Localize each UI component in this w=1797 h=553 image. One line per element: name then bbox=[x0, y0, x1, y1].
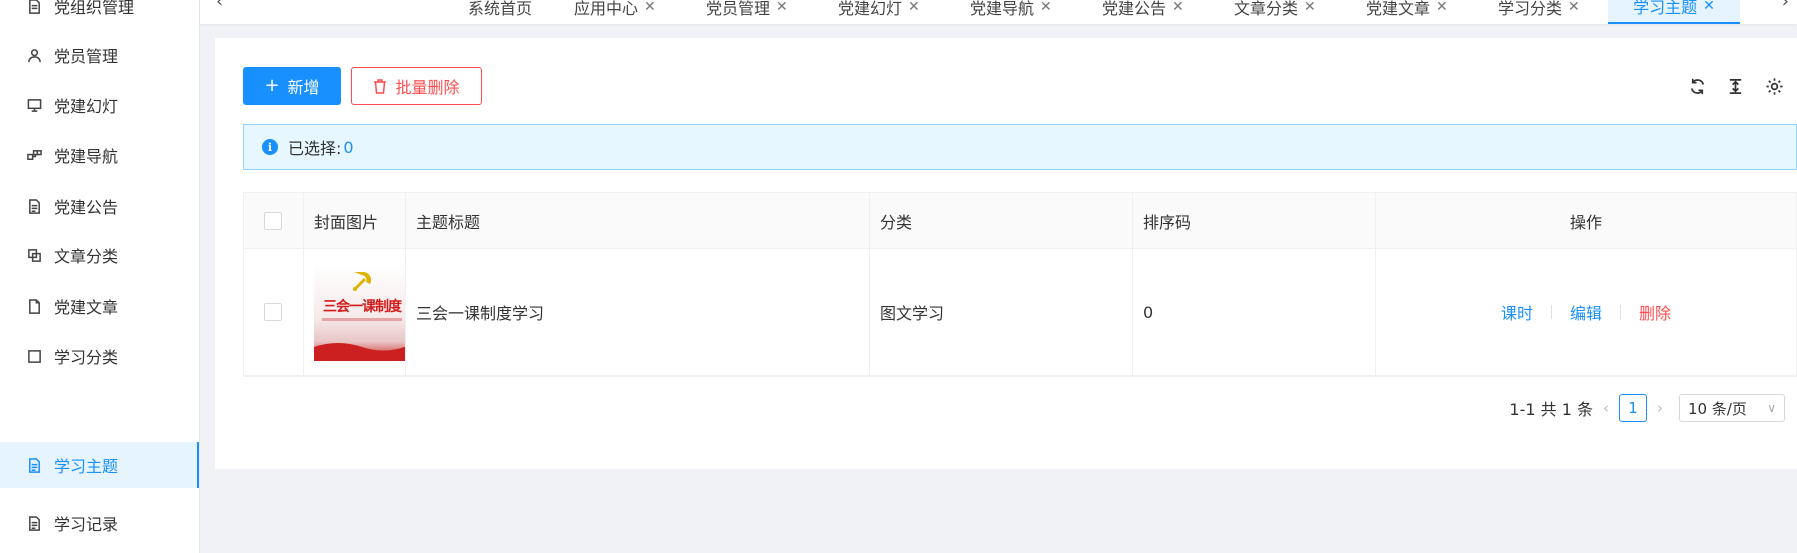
tab-article-category[interactable]: 文章分类 ✕ bbox=[1222, 0, 1328, 24]
plus-icon: + bbox=[264, 75, 280, 96]
sidebar-item-label: 党建文章 bbox=[54, 298, 119, 317]
chevron-left-icon[interactable]: ‹ bbox=[1603, 399, 1609, 417]
divider bbox=[1620, 305, 1621, 319]
selection-count: 0 bbox=[343, 137, 354, 157]
row-checkbox[interactable] bbox=[264, 303, 282, 321]
lessons-link[interactable]: 课时 bbox=[1501, 300, 1533, 324]
close-icon[interactable]: ✕ bbox=[908, 0, 920, 15]
tab-members[interactable]: 党员管理 ✕ bbox=[694, 0, 800, 24]
close-icon[interactable]: ✕ bbox=[1172, 0, 1184, 15]
table-header: 封面图片 主题标题 分类 排序码 操作 bbox=[244, 193, 1796, 249]
file-text-icon bbox=[26, 198, 42, 214]
column-header: 排序码 bbox=[1133, 193, 1376, 248]
column-header: 主题标题 bbox=[406, 193, 870, 248]
sidebar-item-label: 党建导航 bbox=[54, 147, 119, 166]
nodes-icon bbox=[26, 147, 42, 163]
tab-study-topic[interactable]: 学习主题 ✕ bbox=[1608, 0, 1740, 24]
add-button[interactable]: + 新增 bbox=[243, 67, 341, 105]
tab-notices[interactable]: 党建公告 ✕ bbox=[1090, 0, 1196, 24]
square-icon bbox=[26, 348, 42, 364]
edit-link[interactable]: 编辑 bbox=[1570, 300, 1602, 324]
user-icon bbox=[26, 47, 42, 63]
title-cell: 三会一课制度学习 bbox=[406, 249, 870, 375]
info-circle-icon: i bbox=[262, 139, 278, 155]
sidebar-item-article-category[interactable]: 文章分类 bbox=[0, 232, 199, 278]
chevron-down-icon: ∨ bbox=[1767, 401, 1776, 415]
batch-delete-button[interactable]: 批量删除 bbox=[351, 67, 482, 105]
column-header: 操作 bbox=[1569, 212, 1602, 232]
file-text-icon bbox=[26, 457, 42, 473]
chevron-right-icon[interactable]: › bbox=[1782, 0, 1789, 12]
close-icon[interactable]: ✕ bbox=[776, 0, 788, 15]
cover-subtitle-line bbox=[322, 317, 402, 321]
tab-home[interactable]: 系统首页 bbox=[456, 0, 544, 24]
selection-alert: i 已选择: 0 bbox=[243, 124, 1797, 170]
page-size-select[interactable]: 10 条/页 ∨ bbox=[1679, 394, 1785, 422]
sidebar-item-study-record[interactable]: 学习记录 bbox=[0, 500, 199, 546]
tab-slides[interactable]: 党建幻灯 ✕ bbox=[826, 0, 932, 24]
column-header: 分类 bbox=[870, 193, 1133, 248]
cover-cell: 三会一课制度 bbox=[304, 249, 406, 375]
sidebar-item-study-topic[interactable]: 学习主题 bbox=[0, 442, 199, 488]
sidebar-item-label: 文章分类 bbox=[54, 247, 119, 266]
sidebar-item-members[interactable]: 党员管理 bbox=[0, 32, 199, 78]
category-cell: 图文学习 bbox=[870, 249, 1133, 375]
pagination-summary: 1-1 共 1 条 bbox=[1509, 400, 1593, 419]
cover-wave bbox=[314, 342, 405, 361]
sidebar-item-articles[interactable]: 党建文章 bbox=[0, 283, 199, 329]
close-icon[interactable]: ✕ bbox=[644, 0, 656, 15]
content-card: + 新增 批量删除 i 已选择: 0 封面图片 主题标题 分类 排序码 操作 三… bbox=[215, 38, 1797, 469]
sort-cell: 0 bbox=[1133, 249, 1376, 375]
monitor-icon bbox=[26, 97, 42, 113]
chevron-right-icon[interactable]: › bbox=[1657, 399, 1663, 417]
tab-navigation[interactable]: 党建导航 ✕ bbox=[958, 0, 1064, 24]
party-emblem-icon bbox=[353, 271, 372, 291]
chevron-left-icon[interactable]: ‹ bbox=[216, 0, 223, 12]
row-select-cell bbox=[244, 249, 304, 375]
close-icon[interactable]: ✕ bbox=[1703, 0, 1715, 14]
refresh-icon[interactable] bbox=[1686, 75, 1708, 97]
cover-title: 三会一课制度 bbox=[323, 298, 402, 315]
gear-icon[interactable] bbox=[1763, 75, 1785, 97]
table-row: 三会一课制度 三会一课制度学习 图文学习 0 课时 编辑 删除 bbox=[244, 249, 1796, 376]
sidebar-item-notices[interactable]: 党建公告 bbox=[0, 183, 199, 229]
pagination: 1-1 共 1 条 ‹ 1 › 10 条/页 ∨ bbox=[1509, 394, 1785, 422]
column-height-icon[interactable] bbox=[1724, 75, 1746, 97]
copy-icon bbox=[26, 247, 42, 263]
sidebar-item-label: 学习分类 bbox=[54, 348, 119, 367]
tab-bar: ‹ 系统首页 应用中心 ✕ 党员管理 ✕ 党建幻灯 ✕ 党建导航 ✕ 党建公告 ✕ 文章分… bbox=[200, 0, 1797, 24]
delete-link[interactable]: 删除 bbox=[1639, 300, 1671, 324]
trash-icon bbox=[373, 78, 387, 94]
close-icon[interactable]: ✕ bbox=[1304, 0, 1316, 15]
sidebar-item-navigation[interactable]: 党建导航 bbox=[0, 132, 199, 178]
page-current[interactable]: 1 bbox=[1619, 394, 1647, 422]
close-icon[interactable]: ✕ bbox=[1436, 0, 1448, 15]
tab-study-category[interactable]: 学习分类 ✕ bbox=[1486, 0, 1592, 24]
sidebar: 党组织管理 党员管理 党建幻灯 党建导航 党建公告 文章分类 党建文章 学习分类… bbox=[0, 0, 200, 553]
sidebar-item-label: 学习主题 bbox=[54, 457, 119, 476]
cover-image[interactable]: 三会一课制度 bbox=[314, 263, 405, 361]
sidebar-item-slides[interactable]: 党建幻灯 bbox=[0, 82, 199, 128]
actions-cell: 课时 编辑 删除 bbox=[1376, 249, 1796, 375]
sidebar-item-label: 学习记录 bbox=[54, 515, 119, 534]
tab-articles[interactable]: 党建文章 ✕ bbox=[1354, 0, 1460, 24]
close-icon[interactable]: ✕ bbox=[1040, 0, 1052, 15]
header-select-cell bbox=[244, 193, 304, 248]
divider bbox=[1550, 305, 1552, 319]
file-icon bbox=[26, 0, 42, 14]
sidebar-item-label: 党组织管理 bbox=[54, 0, 135, 17]
sidebar-item-label: 党建公告 bbox=[54, 198, 119, 217]
file-text-icon bbox=[26, 515, 42, 531]
selection-label: 已选择: bbox=[288, 139, 342, 158]
close-icon[interactable]: ✕ bbox=[1568, 0, 1580, 15]
select-all-checkbox[interactable] bbox=[264, 211, 282, 230]
sidebar-item-party-org[interactable]: 党组织管理 bbox=[0, 0, 199, 29]
column-header: 封面图片 bbox=[304, 193, 406, 248]
data-table: 封面图片 主题标题 分类 排序码 操作 三会一课制度 三会一课制度学习 图文学习… bbox=[243, 192, 1797, 377]
sidebar-item-label: 党员管理 bbox=[54, 47, 119, 66]
sidebar-item-label: 党建幻灯 bbox=[54, 97, 119, 116]
file-icon bbox=[26, 298, 42, 314]
sidebar-item-study-category[interactable]: 学习分类 bbox=[0, 333, 199, 379]
tab-app-center[interactable]: 应用中心 ✕ bbox=[562, 0, 668, 24]
